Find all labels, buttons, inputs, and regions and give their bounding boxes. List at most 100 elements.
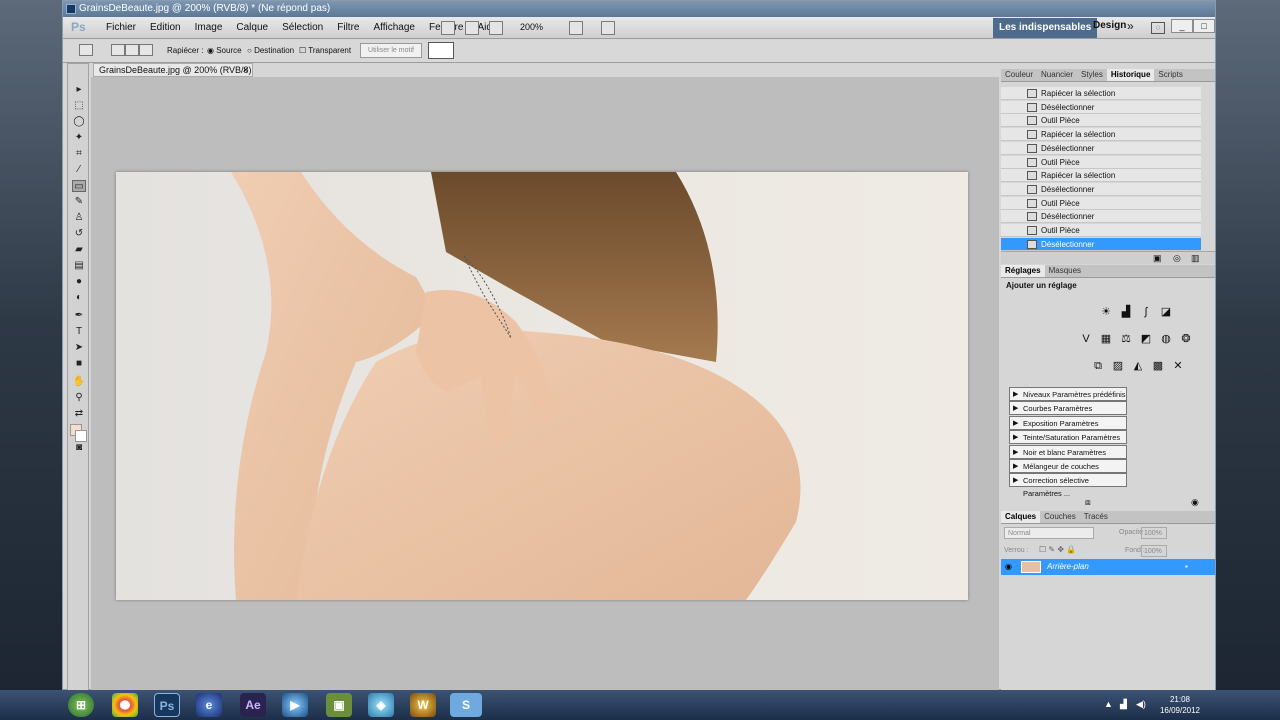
background-color-swatch[interactable] <box>75 430 87 442</box>
blend-mode-select[interactable]: Normal <box>1004 527 1094 539</box>
quick-mask-icon[interactable]: ◙ <box>72 442 86 454</box>
zoom-select[interactable]: 200% <box>520 21 568 35</box>
patch-tool-icon[interactable]: ▭ <box>72 180 86 192</box>
default-colors-icon[interactable]: ⇄ <box>72 408 86 420</box>
history-item[interactable]: Rapiécer la sélection <box>1001 169 1201 183</box>
close-document-icon[interactable]: × <box>243 64 248 76</box>
adjust-preset-item[interactable]: Noir et blanc Paramètres prédéfi... <box>1009 444 1127 470</box>
history-item[interactable]: Rapiécer la sélection <box>1001 128 1201 142</box>
arrange-documents-icon[interactable] <box>569 21 583 35</box>
menu-calque[interactable]: Calque <box>229 21 275 35</box>
dodge-tool-icon[interactable]: ◐ <box>72 292 86 304</box>
hue-sat-icon[interactable]: ▦ <box>1099 332 1113 346</box>
tab-calques[interactable]: Calques <box>1001 511 1041 523</box>
opacity-field[interactable]: 100% <box>1141 527 1167 539</box>
history-item[interactable]: Désélectionner <box>1001 182 1201 196</box>
move-tool-icon[interactable]: ▸ <box>72 84 86 96</box>
hand-tool-icon[interactable]: ✋ <box>72 376 86 388</box>
minimize-icon[interactable]: _ <box>1171 19 1193 33</box>
adjust-preset-item[interactable]: Correction sélective Paramètres ... <box>1009 473 1127 498</box>
transparent-checkbox[interactable]: ☐ Transparent <box>299 46 351 55</box>
pen-tool-icon[interactable]: ✒ <box>72 310 86 322</box>
view-extras-icon[interactable] <box>489 21 503 35</box>
lock-icons[interactable]: ☐ ✎ ✥ 🔒 <box>1039 545 1076 554</box>
workspace-design-button[interactable]: Design <box>1093 20 1126 31</box>
history-item[interactable]: Désélectionner <box>1001 210 1201 224</box>
stamp-tool-icon[interactable]: ♙ <box>72 212 86 224</box>
vibrance-icon[interactable]: V <box>1079 332 1093 346</box>
history-item[interactable]: Outil Pièce <box>1001 196 1201 210</box>
menu-filtre[interactable]: Filtre <box>330 21 366 35</box>
adjust-options-icon[interactable]: ◉ <box>1191 497 1199 508</box>
menu-selection[interactable]: Sélection <box>275 21 330 35</box>
marquee-tool-icon[interactable]: ⬚ <box>72 100 86 112</box>
magic-wand-icon[interactable]: ✦ <box>72 132 86 144</box>
photoshop-taskbar-icon[interactable]: Ps <box>154 693 180 717</box>
document-tab[interactable]: GrainsDeBeaute.jpg @ 200% (RVB/8) * × <box>93 63 253 87</box>
tab-masques[interactable]: Masques <box>1045 265 1085 277</box>
bridge-icon[interactable] <box>441 21 455 35</box>
document-image[interactable] <box>116 172 968 600</box>
gradient-map-icon[interactable]: ▩ <box>1151 359 1165 373</box>
adjust-preset-item[interactable]: Mélangeur de couches Paramètr... <box>1009 459 1127 484</box>
posterize-icon[interactable]: ▨ <box>1111 359 1125 373</box>
history-item[interactable]: Outil Pièce <box>1001 114 1201 128</box>
history-item[interactable]: Désélectionner <box>1001 100 1201 114</box>
after-effects-icon[interactable]: Ae <box>240 693 266 717</box>
path-select-icon[interactable]: ➤ <box>72 342 86 354</box>
history-brush-icon[interactable]: ↺ <box>72 228 86 240</box>
crop-tool-icon[interactable]: ⌗ <box>72 148 86 160</box>
photo-filter-icon[interactable]: ◍ <box>1159 332 1173 346</box>
maximize-icon[interactable]: □ <box>1193 19 1215 33</box>
snapshot-icon[interactable]: ◎ <box>1173 253 1181 264</box>
source-radio[interactable]: ◉ Source <box>207 46 242 55</box>
destination-radio[interactable]: ○ Destination <box>247 46 294 55</box>
clock[interactable]: 21:08 16/09/2012 <box>1150 694 1210 716</box>
history-item[interactable]: Désélectionner <box>1001 237 1201 251</box>
lasso-tool-icon[interactable]: ◯ <box>72 116 86 128</box>
network-app-icon[interactable]: ◈ <box>368 693 394 717</box>
layer-name[interactable]: Arrière-plan <box>1047 559 1089 575</box>
zoom-tool-icon[interactable]: ⚲ <box>72 392 86 404</box>
brush-tool-icon[interactable]: ✎ <box>72 196 86 208</box>
tab-reglages[interactable]: Réglages <box>1001 265 1045 277</box>
history-item[interactable]: Outil Pièce <box>1001 155 1201 169</box>
shape-tool-icon[interactable]: ■ <box>72 358 86 370</box>
adjust-preset-item[interactable]: Teinte/Saturation Paramètres pr... <box>1009 430 1127 455</box>
tab-historique[interactable]: Historique <box>1106 69 1155 81</box>
levels-icon[interactable]: ▟ <box>1119 305 1133 319</box>
tab-traces[interactable]: Tracés <box>1080 511 1112 523</box>
fill-field[interactable]: 100% <box>1141 545 1167 557</box>
color-balance-icon[interactable]: ⚖ <box>1119 332 1133 346</box>
menu-fichier[interactable]: Fichier <box>99 21 143 35</box>
ie-icon[interactable]: e <box>196 693 222 717</box>
blur-tool-icon[interactable]: ● <box>72 276 86 288</box>
add-selection-icon[interactable] <box>125 44 139 56</box>
pattern-picker[interactable] <box>428 42 454 59</box>
channel-mixer-icon[interactable]: ❂ <box>1179 332 1193 346</box>
invert-icon[interactable]: ⧉ <box>1091 359 1105 373</box>
new-selection-icon[interactable] <box>111 44 125 56</box>
type-tool-icon[interactable]: T <box>72 326 86 338</box>
skype-icon[interactable]: S <box>450 693 482 717</box>
eraser-icon[interactable]: ▰ <box>72 244 86 256</box>
tab-couches[interactable]: Couches <box>1040 511 1080 523</box>
black-white-icon[interactable]: ◩ <box>1139 332 1153 346</box>
menu-image[interactable]: Image <box>188 21 230 35</box>
use-pattern-button[interactable]: Utiliser le motif <box>360 43 422 58</box>
media-player-icon[interactable]: ▶ <box>282 693 308 717</box>
history-item[interactable]: Outil Pièce <box>1001 224 1201 237</box>
clip-to-layer-icon[interactable]: ⧈ <box>1085 497 1091 508</box>
workspace-essentials-button[interactable]: Les indispensables <box>993 18 1098 38</box>
eyedropper-icon[interactable]: ⁄ <box>72 164 86 176</box>
exposure-icon[interactable]: ◪ <box>1159 305 1173 319</box>
menu-affichage[interactable]: Affichage <box>366 21 422 35</box>
adjust-preset-item[interactable]: Courbes Paramètres prédéfinis <box>1009 401 1127 426</box>
screen-mode-icon[interactable] <box>601 21 615 35</box>
tool-preset-icon[interactable] <box>79 44 93 56</box>
adjust-preset-item[interactable]: Exposition Paramètres prédéfinis <box>1009 415 1127 441</box>
curves-icon[interactable]: ∫ <box>1139 305 1153 319</box>
eye-icon[interactable]: ◉ <box>1005 559 1012 575</box>
layer-row[interactable]: ◉ Arrière-plan ▪ <box>1001 559 1215 575</box>
tab-nuancier[interactable]: Nuancier <box>1037 69 1077 81</box>
